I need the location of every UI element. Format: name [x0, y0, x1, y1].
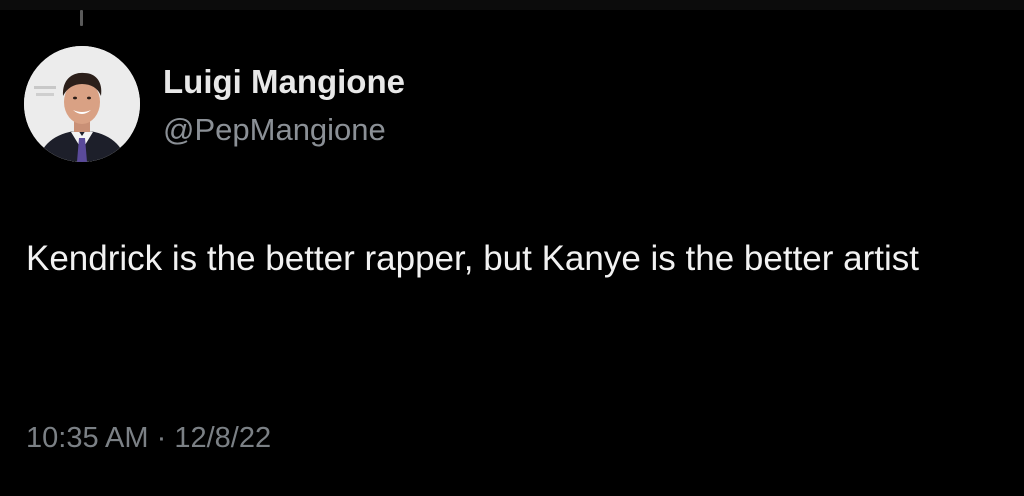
- timestamp-separator: ·: [156, 422, 167, 454]
- tweet-timestamp[interactable]: 10:35 AM · 12/8/22: [26, 418, 271, 458]
- tweet-time: 10:35 AM: [26, 422, 149, 454]
- profile-photo-icon: [24, 46, 140, 162]
- author-handle[interactable]: @PepMangione: [163, 111, 386, 149]
- avatar[interactable]: [24, 46, 140, 162]
- scroll-indicator: [80, 10, 83, 26]
- tweet-text: Kendrick is the better rapper, but Kanye…: [26, 239, 919, 278]
- status-bar-strip: [0, 0, 1024, 10]
- tweet-date: 12/8/22: [174, 422, 272, 454]
- author-name[interactable]: Luigi Mangione: [163, 62, 405, 102]
